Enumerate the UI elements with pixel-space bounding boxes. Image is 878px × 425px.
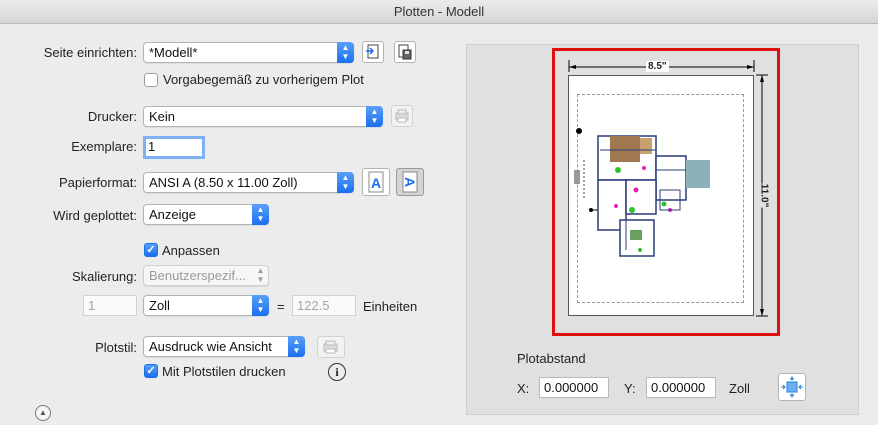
chevron-updown-icon: ▲ ▼ — [252, 204, 269, 225]
chevron-updown-icon: ▲ ▼ — [337, 172, 354, 193]
chevron-updown-icon: ▲ ▼ — [288, 336, 305, 357]
paper-size-select[interactable]: ANSI A (8.50 x 11.00 Zoll) ▲ ▼ — [143, 172, 354, 193]
offset-x-input[interactable]: 0.000000 — [539, 377, 609, 398]
page-setup-value: *Modell* — [149, 45, 198, 60]
offset-unit-label: Zoll — [729, 381, 750, 396]
offset-y-input[interactable]: 0.000000 — [646, 377, 716, 398]
offset-title: Plotabstand — [517, 351, 586, 366]
save-page-button[interactable] — [394, 41, 416, 63]
height-dimension-label: 11.0" — [758, 183, 770, 208]
plot-style-label: Plotstil: — [95, 340, 137, 355]
scale-label: Skalierung: — [71, 269, 137, 284]
portrait-button[interactable]: A — [362, 168, 390, 196]
offset-x-label: X: — [517, 381, 530, 396]
scale-left-input[interactable]: 1 — [83, 295, 137, 316]
info-icon[interactable]: i — [328, 363, 346, 381]
equals-sign: = — [277, 299, 285, 314]
prev-plot-checkbox[interactable] — [144, 73, 158, 87]
plot-area-label: Wird geplottet: — [53, 208, 137, 223]
prev-plot-label: Vorgabegemäß zu vorherigem Plot — [163, 72, 364, 87]
width-dimension-label: 8.5" — [646, 61, 669, 72]
scale-unit-select[interactable]: Zoll ▲ ▼ — [143, 295, 269, 316]
portrait-orientation-icon: A — [368, 171, 384, 193]
svg-text:A: A — [371, 175, 381, 191]
page-setup-label: Seite einrichten: — [43, 45, 137, 60]
window-title: Plotten - Modell — [0, 0, 878, 24]
scale-right-input[interactable]: 122.5 — [292, 295, 356, 316]
plot-style-select[interactable]: Ausdruck wie Ansicht ▲ ▼ — [143, 336, 305, 357]
printer-value: Kein — [149, 109, 176, 124]
plot-area-value: Anzeige — [149, 207, 196, 222]
import-page-button[interactable] — [362, 41, 384, 63]
with-plotstyles-label: Mit Plotstilen drucken — [162, 364, 286, 379]
units-label: Einheiten — [363, 299, 418, 314]
with-plotstyles-checkbox[interactable]: ✓ — [144, 364, 158, 378]
scale-value: Benutzerspezif... — [149, 268, 246, 283]
edit-plotstyle-button[interactable] — [317, 336, 345, 358]
center-plot-button[interactable] — [778, 373, 806, 401]
scale-select[interactable]: Benutzerspezif... ▲ ▼ — [143, 265, 269, 286]
chevron-updown-icon: ▲ ▼ — [366, 106, 383, 127]
chevron-updown-icon: ▲ ▼ — [337, 42, 354, 63]
landscape-orientation-icon: A — [402, 171, 418, 193]
save-page-icon — [398, 44, 412, 60]
expand-up-icon[interactable]: ▲ — [35, 405, 51, 421]
offset-y-label: Y: — [624, 381, 636, 396]
printer-properties-button[interactable] — [391, 105, 413, 127]
printer-select[interactable]: Kein ▲ ▼ — [143, 106, 383, 127]
fit-checkbox[interactable]: ✓ — [144, 243, 158, 257]
printer-label: Drucker: — [87, 109, 137, 124]
page-setup-select[interactable]: *Modell* ▲ ▼ — [143, 42, 354, 63]
scale-unit-value: Zoll — [149, 298, 170, 313]
edit-plotstyle-icon — [323, 340, 338, 354]
landscape-button[interactable]: A — [396, 168, 424, 196]
chevron-updown-icon: ▲ ▼ — [252, 295, 269, 316]
paper-size-value: ANSI A (8.50 x 11.00 Zoll) — [149, 175, 298, 190]
import-page-icon — [366, 44, 379, 59]
chevron-updown-icon: ▲ ▼ — [256, 266, 265, 284]
paper-size-label: Papierformat: — [58, 175, 137, 190]
center-plot-icon — [781, 376, 803, 398]
fit-label: Anpassen — [162, 243, 220, 258]
svg-text:A: A — [402, 177, 418, 187]
floor-plan-drawing — [574, 128, 710, 257]
plot-area-select[interactable]: Anzeige ▲ ▼ — [143, 204, 269, 225]
printer-properties-icon — [395, 109, 409, 123]
copies-input[interactable]: 1 — [143, 136, 205, 159]
copies-label: Exemplare: — [71, 139, 137, 154]
plot-style-value: Ausdruck wie Ansicht — [149, 339, 272, 354]
